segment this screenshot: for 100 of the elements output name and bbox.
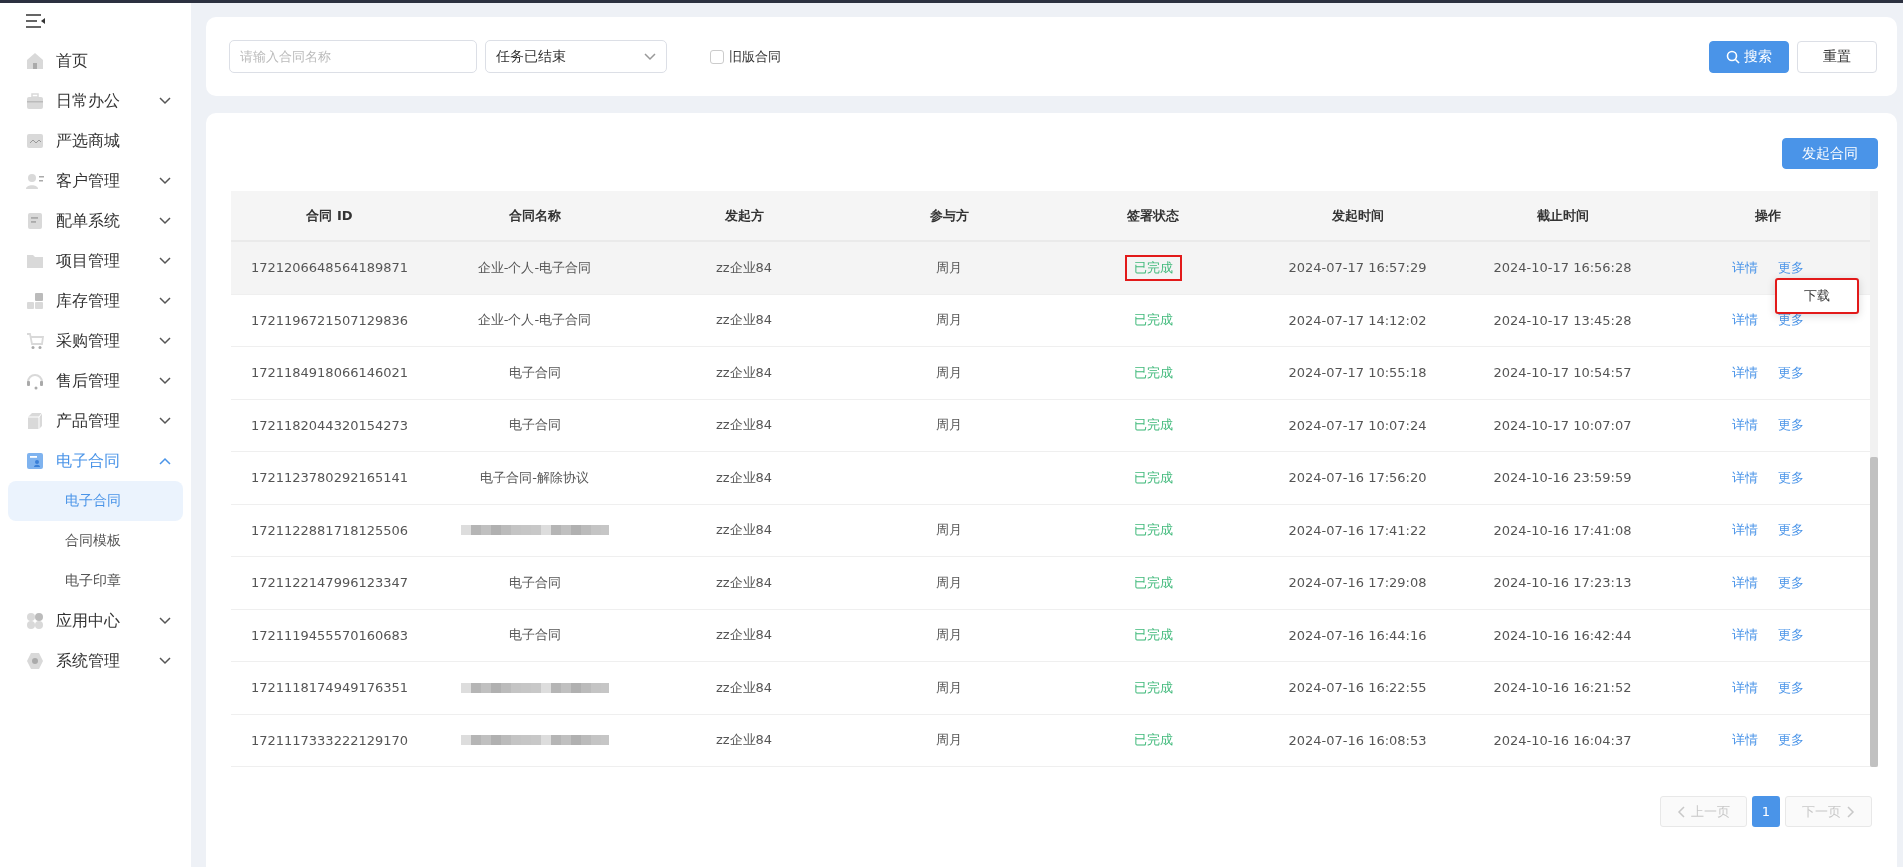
status-text: 已完成 [1132, 311, 1174, 330]
table-cell: 周月 [936, 678, 962, 697]
sidebar-item[interactable]: 电子合同 [8, 441, 183, 481]
table-cell: 周月 [936, 521, 962, 540]
table-cell: 2024-07-17 14:12:02 [1288, 312, 1427, 328]
more-link[interactable]: 更多 [1777, 626, 1804, 645]
chevron-down-icon [159, 617, 171, 625]
column-header: 操作 [1754, 206, 1781, 225]
search-field[interactable]: 请输入合同名称 [229, 40, 477, 73]
sidebar-item[interactable]: 严选商城 [8, 121, 183, 161]
table-cell: 2024-10-17 10:54:57 [1493, 365, 1632, 381]
sidebar-item[interactable]: 库存管理 [8, 281, 183, 321]
table-cell: 2024-10-17 13:45:28 [1493, 312, 1632, 328]
table-cell: 周月 [936, 626, 962, 645]
table-cell: 2024-10-16 17:23:13 [1493, 575, 1632, 591]
details-link[interactable]: 详情 [1731, 311, 1758, 330]
table-cell: 周月 [936, 258, 962, 277]
column-header: 发起方 [724, 206, 764, 225]
more-link[interactable]: 更多 [1777, 258, 1804, 277]
blocks-icon [26, 292, 44, 310]
table-cell: 2024-10-17 16:56:28 [1493, 260, 1632, 276]
table-cell: 1721184918066146021 [250, 365, 409, 381]
cart-icon [26, 332, 44, 350]
details-link[interactable]: 详情 [1731, 626, 1758, 645]
create-contract-button[interactable]: 发起合同 [1782, 138, 1878, 169]
details-link[interactable]: 详情 [1731, 573, 1758, 592]
table-cell: 电子合同 [508, 416, 561, 435]
sidebar-item[interactable]: 客户管理 [8, 161, 183, 201]
column-header: 合同 ID [306, 206, 353, 225]
status-text: 已完成 [1132, 363, 1174, 382]
sidebar-item[interactable]: 产品管理 [8, 401, 183, 441]
more-link[interactable]: 更多 [1777, 311, 1804, 330]
status-text: 已完成 [1124, 254, 1182, 281]
table-cell: 1721182044320154273 [250, 417, 409, 433]
table-cell: 2024-10-16 16:04:37 [1493, 732, 1632, 748]
sidebar-item[interactable]: 采购管理 [8, 321, 183, 361]
details-link[interactable]: 详情 [1731, 363, 1758, 382]
status-dropdown[interactable]: 任务已结束 [485, 40, 667, 73]
chevron-down-icon [159, 177, 171, 185]
menu-icon [26, 14, 46, 28]
sidebar-item[interactable]: 首页 [8, 41, 183, 81]
sidebar-subitem[interactable]: 电子合同 [8, 481, 183, 521]
contract-icon [26, 452, 44, 470]
table-cell: 1721117333222129170 [250, 732, 409, 748]
more-link[interactable]: 更多 [1777, 521, 1804, 540]
chevron-down-icon [644, 52, 656, 61]
table-cell: 2024-10-16 16:21:52 [1493, 680, 1632, 696]
search-button[interactable]: 搜索 [1709, 40, 1789, 73]
sidebar-item[interactable]: 日常办公 [8, 81, 183, 121]
table-cell: zz企业84 [715, 731, 773, 750]
table-cell: 2024-07-16 17:41:22 [1288, 522, 1427, 538]
sidebar-item[interactable]: 应用中心 [8, 601, 183, 641]
reset-button[interactable]: 重置 [1797, 40, 1877, 73]
table-cell: 企业-个人-电子合同 [477, 311, 592, 330]
more-link[interactable]: 更多 [1777, 468, 1804, 487]
column-header: 参与方 [929, 206, 969, 225]
status-text: 已完成 [1132, 731, 1174, 750]
table-cell: 2024-07-16 16:44:16 [1288, 627, 1427, 643]
checkbox[interactable] [710, 49, 724, 64]
sidebar-subitem[interactable]: 电子印章 [8, 561, 183, 601]
details-link[interactable]: 详情 [1731, 468, 1758, 487]
image-icon [26, 132, 44, 150]
more-link[interactable]: 更多 [1777, 678, 1804, 697]
chevron-down-icon [159, 337, 171, 345]
sidebar-item[interactable]: 售后管理 [8, 361, 183, 401]
status-text: 已完成 [1132, 416, 1174, 435]
more-link[interactable]: 更多 [1777, 731, 1804, 750]
table-cell: 1721122881718125506 [250, 522, 409, 538]
chevron-down-icon [159, 297, 171, 305]
sidebar-item[interactable]: 配单系统 [8, 201, 183, 241]
chevron-down-icon [159, 217, 171, 225]
table-cell: 2024-07-17 10:55:18 [1288, 365, 1427, 381]
more-link[interactable]: 更多 [1777, 573, 1804, 592]
menu-item[interactable]: 下载 [1777, 282, 1857, 310]
table-cell: 2024-10-16 23:59:59 [1493, 470, 1632, 486]
document-icon [26, 212, 44, 230]
table-cell: zz企业84 [715, 573, 773, 592]
table-cell: zz企业84 [715, 678, 773, 697]
table-cell: 2024-07-17 16:57:29 [1288, 260, 1427, 276]
cube-icon [26, 412, 44, 430]
sidebar-item[interactable]: 系统管理 [8, 641, 183, 681]
table-cell: zz企业84 [715, 521, 773, 540]
house-icon [26, 52, 44, 70]
table-cell: 1721196721507129836 [250, 312, 409, 328]
chevron-down-icon [159, 377, 171, 385]
sidebar-item[interactable]: 项目管理 [8, 241, 183, 281]
more-link[interactable]: 更多 [1777, 363, 1804, 382]
details-link[interactable]: 详情 [1731, 521, 1758, 540]
table-cell: 电子合同-解除协议 [480, 468, 589, 487]
page-button[interactable]: 1 [1752, 796, 1780, 827]
table-cell: 周月 [936, 311, 962, 330]
details-link[interactable]: 详情 [1731, 416, 1758, 435]
table-cell: 周月 [936, 416, 962, 435]
details-link[interactable]: 详情 [1731, 258, 1758, 277]
more-link[interactable]: 更多 [1777, 416, 1804, 435]
details-link[interactable]: 详情 [1731, 731, 1758, 750]
table-cell: 1721123780292165141 [250, 470, 409, 486]
sidebar-subitem[interactable]: 合同模板 [8, 521, 183, 561]
details-link[interactable]: 详情 [1731, 678, 1758, 697]
scrollbar[interactable] [1870, 191, 1878, 767]
